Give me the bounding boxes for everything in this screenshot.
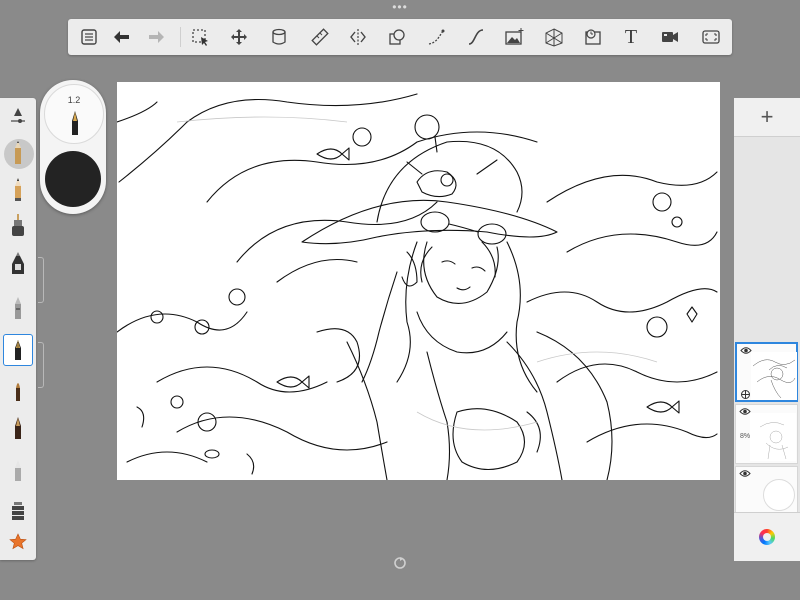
layer-item[interactable]: 8% xyxy=(735,404,798,464)
image-icon[interactable] xyxy=(502,25,526,49)
color-wheel-icon xyxy=(759,529,775,545)
video-icon[interactable] xyxy=(658,25,682,49)
brush-marker[interactable] xyxy=(3,248,33,280)
brush-puck[interactable]: 1.2 xyxy=(40,80,106,214)
timelapse-icon[interactable] xyxy=(581,25,605,49)
stroke-icon[interactable] xyxy=(425,25,449,49)
sync-handle-icon[interactable] xyxy=(393,556,407,570)
top-toolbar: T xyxy=(68,19,732,55)
layer-thumbnail xyxy=(751,352,797,400)
drawing-canvas[interactable] xyxy=(117,82,720,480)
brush-fountain-pen-selected[interactable] xyxy=(3,334,33,366)
top-more-handle[interactable]: ••• xyxy=(388,1,412,13)
fullscreen-icon[interactable] xyxy=(699,25,723,49)
color-puck[interactable] xyxy=(45,151,101,207)
brush-palette xyxy=(0,98,36,560)
brush-pencil[interactable] xyxy=(3,174,33,206)
layer-thumbnail xyxy=(750,413,796,461)
brush-size-puck[interactable]: 1.2 xyxy=(44,84,104,144)
background-color-swatch xyxy=(763,479,795,511)
perspective-icon[interactable] xyxy=(542,25,566,49)
move-icon[interactable] xyxy=(227,25,251,49)
layer-panel: + 8% xyxy=(734,98,800,561)
blend-mode-icon[interactable] xyxy=(741,390,750,399)
sketch-artwork xyxy=(117,93,718,480)
undo-icon[interactable] xyxy=(110,25,134,49)
bucket-icon[interactable] xyxy=(267,25,291,49)
list-icon[interactable] xyxy=(77,25,101,49)
text-tool-button[interactable]: T xyxy=(619,25,643,49)
symmetry-icon[interactable] xyxy=(346,25,370,49)
layer-item[interactable] xyxy=(735,342,798,402)
brush-calligraphy[interactable] xyxy=(3,412,33,444)
ruler-icon[interactable] xyxy=(308,25,332,49)
brush-pencil-tan[interactable] xyxy=(3,138,34,170)
favorites-star-icon[interactable] xyxy=(3,526,33,558)
eye-icon[interactable] xyxy=(739,469,751,478)
brush-library-icon[interactable] xyxy=(3,496,33,528)
add-layer-button[interactable]: + xyxy=(734,98,800,137)
brush-paintbrush[interactable] xyxy=(3,374,33,406)
fountain-pen-nib-icon xyxy=(72,111,78,135)
brush-eraser[interactable] xyxy=(3,454,33,486)
layer-opacity-value: 8% xyxy=(740,433,751,440)
selection-icon[interactable] xyxy=(188,25,212,49)
redo-icon[interactable] xyxy=(144,25,168,49)
shapes-icon[interactable] xyxy=(385,25,409,49)
brush-airbrush[interactable] xyxy=(3,292,33,324)
brush-ink-jar[interactable] xyxy=(3,210,33,242)
palette-edge-tab[interactable] xyxy=(38,257,44,303)
brush-size-value: 1.2 xyxy=(67,95,81,105)
palette-edge-tab[interactable] xyxy=(38,342,44,388)
brush-settings-icon[interactable] xyxy=(3,102,33,134)
color-editor-button[interactable] xyxy=(734,512,800,561)
toolbar-separator xyxy=(180,27,181,47)
curve-icon[interactable] xyxy=(464,25,488,49)
